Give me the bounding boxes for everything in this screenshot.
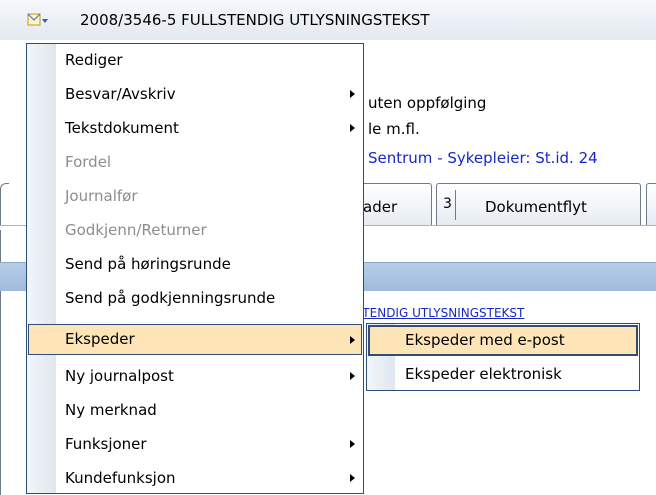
menu-item-godkjenn-returner: Godkjenn/Returner <box>28 216 362 245</box>
document-link[interactable]: LSTENDIG UTLYSNINGSTEKST <box>348 306 524 320</box>
mail-dropdown-icon[interactable] <box>27 12 49 30</box>
detail-line-status: uten oppfølging <box>368 94 487 112</box>
detail-line-recipients: le m.fl. <box>368 120 420 138</box>
menu-item-ny-merknad[interactable]: Ny merknad <box>28 396 362 425</box>
menu-item-label: Send på godkjenningsrunde <box>65 289 276 307</box>
submenu-arrow-icon <box>350 474 355 482</box>
menu-item-funksjoner[interactable]: Funksjoner <box>28 430 362 459</box>
menu-item-besvar-avskriv[interactable]: Besvar/Avskriv <box>28 80 362 109</box>
menu-item-send-godkjenningsrunde[interactable]: Send på godkjenningsrunde <box>28 284 362 313</box>
menu-item-label: Ny journalpost <box>65 367 174 385</box>
menu-item-label: Godkjenn/Returner <box>65 221 207 239</box>
menu-item-fordel: Fordel <box>28 148 362 177</box>
menu-item-label: Fordel <box>65 153 112 171</box>
tab-label: Dokumentflyt <box>485 198 587 216</box>
menu-item-kundefunksjon[interactable]: Kundefunksjon <box>28 464 362 493</box>
menu-item-rediger[interactable]: Rediger <box>28 46 362 75</box>
window-title: 2008/3546-5 FULLSTENDIG UTLYSNINGSTEKST <box>80 11 430 29</box>
menu-item-journalfor: Journalfør <box>28 182 362 211</box>
menu-item-label: Kundefunksjon <box>65 469 176 487</box>
tab-divider <box>455 190 456 220</box>
menu-item-label: Tekstdokument <box>65 119 179 137</box>
menu-item-label: Besvar/Avskriv <box>65 85 176 103</box>
menu-item-label: Rediger <box>65 51 123 69</box>
submenu-item-label: Ekspeder med e-post <box>405 331 565 349</box>
menu-item-send-horingsrunde[interactable]: Send på høringsrunde <box>28 250 362 279</box>
title-bar: 2008/3546-5 FULLSTENDIG UTLYSNINGSTEKST <box>0 0 656 40</box>
tab-partial-right[interactable] <box>646 183 656 226</box>
submenu-arrow-icon <box>350 336 355 344</box>
menu-item-label: Ekspeder <box>65 330 135 348</box>
menu-item-tekstdokument[interactable]: Tekstdokument <box>28 114 362 143</box>
tab-dokumentflyt[interactable]: 3 Dokumentflyt <box>436 183 641 226</box>
submenu-arrow-icon <box>350 124 355 132</box>
detail-line-unit: Sentrum - Sykepleier: St.id. 24 <box>368 149 598 167</box>
submenu-item-ekspeder-epost[interactable]: Ekspeder med e-post <box>368 325 638 356</box>
submenu-arrow-icon <box>350 440 355 448</box>
submenu-arrow-icon <box>350 90 355 98</box>
submenu-item-ekspeder-elektronisk[interactable]: Ekspeder elektronisk <box>368 359 638 390</box>
submenu-arrow-icon <box>350 372 355 380</box>
menu-item-label: Ny merknad <box>65 401 157 419</box>
menu-item-label: Journalfør <box>65 187 138 205</box>
tab-number: 3 <box>443 196 452 212</box>
tab-label: ader <box>363 198 398 216</box>
menu-item-label: Funksjoner <box>65 435 147 453</box>
menu-item-ny-journalpost[interactable]: Ny journalpost <box>28 362 362 391</box>
submenu-item-label: Ekspeder elektronisk <box>405 365 562 383</box>
menu-item-ekspeder[interactable]: Ekspeder <box>28 324 362 355</box>
ekspeder-submenu: Ekspeder med e-post Ekspeder elektronisk <box>366 323 640 391</box>
menu-item-label: Send på høringsrunde <box>65 255 231 273</box>
context-menu: Rediger Besvar/Avskriv Tekstdokument For… <box>26 43 364 494</box>
